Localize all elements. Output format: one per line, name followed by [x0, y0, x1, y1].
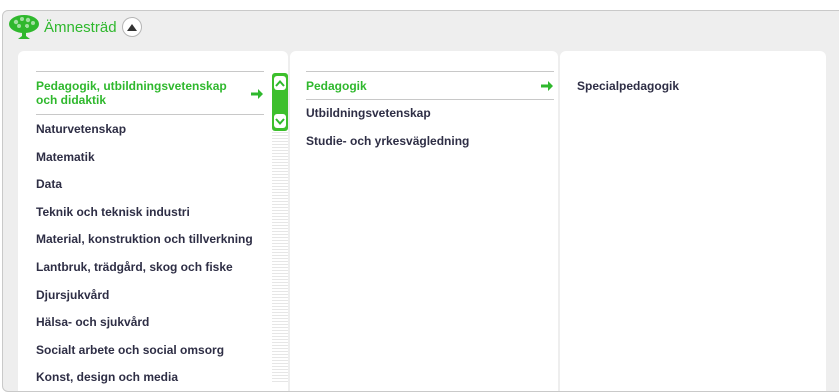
category-item[interactable]: Naturvetenskap — [36, 122, 126, 136]
category-item[interactable]: Hälsa- och sjukvård — [36, 315, 149, 329]
category-item[interactable]: Material, konstruktion och tillverkning — [36, 232, 253, 246]
divider — [306, 71, 554, 72]
subject-tree-header: Ämnesträd — [8, 14, 142, 40]
leaf-item[interactable]: Specialpedagogik — [577, 79, 679, 93]
subcategory-item[interactable]: Studie- och yrkesvägledning — [306, 134, 469, 148]
divider — [36, 71, 264, 72]
tree-icon — [9, 15, 39, 39]
category-column-2 — [290, 51, 558, 391]
arrow-right-icon — [541, 81, 553, 91]
scrollbar-thumb[interactable] — [272, 73, 288, 131]
divider — [36, 114, 264, 115]
category-item[interactable]: Teknik och teknisk industri — [36, 205, 190, 219]
subcategory-item-selected[interactable]: Pedagogik — [306, 79, 367, 93]
scroll-up-icon[interactable] — [274, 76, 286, 90]
category-item[interactable]: Djursjukvård — [36, 288, 109, 302]
subject-tree-title: Ämnesträd — [44, 18, 117, 36]
arrow-right-icon — [251, 89, 263, 99]
category-item[interactable]: Matematik — [36, 150, 95, 164]
category-item[interactable]: Konst, design och media — [36, 370, 178, 384]
category-item[interactable]: Lantbruk, trädgård, skog och fiske — [36, 260, 233, 274]
divider — [306, 99, 554, 100]
scroll-down-icon[interactable] — [274, 114, 286, 128]
category-item[interactable]: Socialt arbete och social omsorg — [36, 343, 224, 357]
collapse-up-icon[interactable] — [121, 17, 142, 37]
category-column-3 — [560, 51, 826, 391]
subcategory-item[interactable]: Utbildningsvetenskap — [306, 106, 431, 120]
category-item-selected[interactable]: Pedagogik, utbildningsvetenskap och dida… — [36, 79, 251, 107]
category-item[interactable]: Data — [36, 177, 62, 191]
